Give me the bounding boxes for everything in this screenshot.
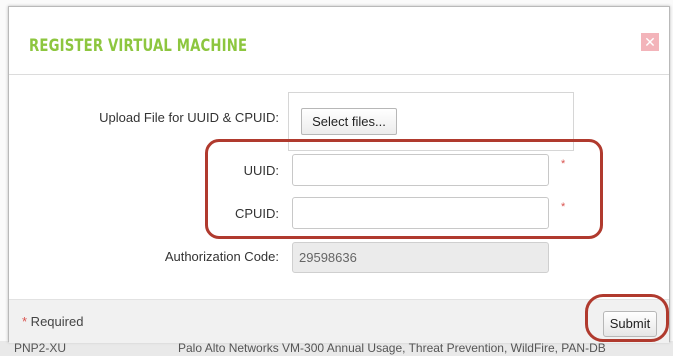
cpuid-label: CPUID:	[234, 206, 279, 221]
cpuid-required-star: *	[561, 201, 566, 213]
auth-code-label: Authorization Code:	[164, 249, 279, 264]
background-table-row: PNP2-XU Palo Alto Networks VM-300 Annual…	[0, 341, 673, 356]
register-vm-dialog: REGISTER VIRTUAL MACHINE ✕ Upload File f…	[8, 6, 670, 343]
background-cell-sku: PNP2-XU	[14, 341, 67, 355]
dialog-footer: * Required Submit	[9, 299, 669, 343]
required-text: Required	[27, 314, 84, 329]
upload-dropzone[interactable]: Select files...	[288, 92, 574, 151]
close-icon: ✕	[644, 34, 656, 50]
uuid-input[interactable]	[292, 154, 549, 186]
cpuid-input[interactable]	[292, 197, 549, 229]
required-note: * Required	[22, 314, 83, 329]
uuid-label: UUID:	[243, 163, 279, 178]
close-button[interactable]: ✕	[641, 33, 659, 51]
select-files-button[interactable]: Select files...	[301, 108, 397, 135]
uuid-required-star: *	[561, 158, 566, 170]
submit-button[interactable]: Submit	[603, 311, 657, 337]
background-cell-description: Palo Alto Networks VM-300 Annual Usage, …	[178, 341, 606, 355]
upload-file-label: Upload File for UUID & CPUID:	[99, 110, 279, 125]
auth-code-field	[292, 242, 549, 273]
dialog-title: REGISTER VIRTUAL MACHINE	[29, 36, 248, 56]
dialog-header: REGISTER VIRTUAL MACHINE ✕	[9, 7, 669, 75]
